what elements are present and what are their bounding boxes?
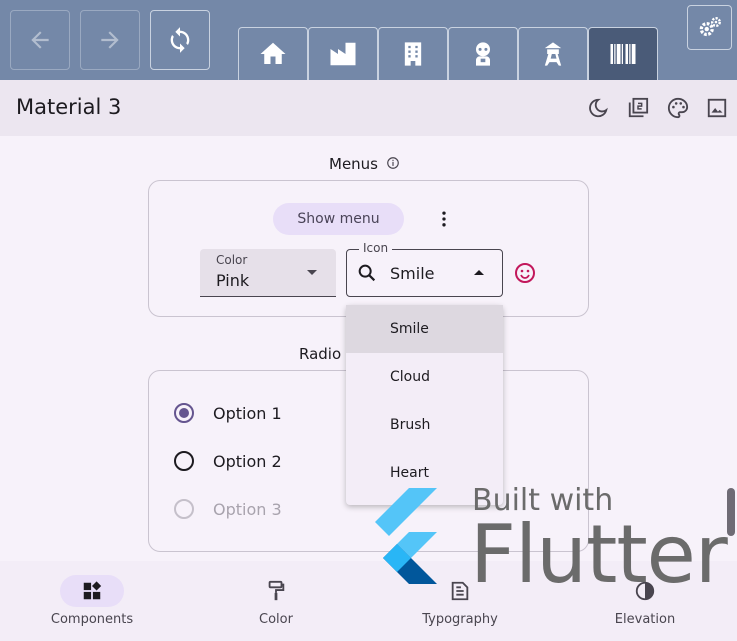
color-palette-button[interactable] xyxy=(666,96,690,120)
smile-icon xyxy=(515,263,535,283)
building-icon xyxy=(404,42,422,66)
info-icon[interactable] xyxy=(386,156,400,170)
forward-button[interactable] xyxy=(80,10,140,70)
icon-dropdown[interactable]: Icon Smile xyxy=(346,241,503,297)
nav-components-label: Components xyxy=(50,612,134,627)
tab-tower[interactable] xyxy=(518,27,588,80)
image-button[interactable] xyxy=(705,96,729,120)
menu-item-cloud[interactable]: Cloud xyxy=(346,353,503,401)
refresh-button[interactable] xyxy=(150,10,210,70)
nav-elevation-label: Elevation xyxy=(614,612,676,627)
radio-option-3: Option 3 xyxy=(174,497,282,521)
nav-components[interactable]: Components xyxy=(0,561,184,641)
color-dropdown[interactable]: Color Pink xyxy=(200,249,336,297)
menus-section-title: Menus xyxy=(329,155,400,173)
nav-color-label: Color xyxy=(259,612,293,627)
widgets-icon xyxy=(83,581,102,600)
flutter-logo-icon xyxy=(375,488,437,584)
more-vert-icon xyxy=(442,211,446,227)
tab-barcode[interactable] xyxy=(588,27,658,80)
icon-dropdown-menu: Smile Cloud Brush Heart xyxy=(346,305,503,505)
text-snippet-icon xyxy=(451,581,469,601)
back-button[interactable] xyxy=(10,10,70,70)
settings-gears-icon xyxy=(699,16,721,36)
palette-icon xyxy=(667,97,689,119)
watchtower-icon xyxy=(544,42,562,66)
scrollbar-thumb[interactable] xyxy=(727,488,735,536)
format-paint-icon xyxy=(268,580,285,601)
dropdown-arrow-icon xyxy=(307,270,317,275)
nav-components-indicator xyxy=(60,575,124,607)
more-options-button[interactable] xyxy=(432,207,456,231)
radio-option-3-label: Option 3 xyxy=(213,499,282,519)
moon-icon xyxy=(589,98,608,118)
dark-mode-button[interactable] xyxy=(586,96,610,120)
menus-title-text: Menus xyxy=(329,155,378,173)
tab-robot[interactable] xyxy=(448,27,518,80)
nav-color-indicator xyxy=(244,575,308,607)
icon-dropdown-value: Smile xyxy=(390,264,435,283)
dropdown-arrow-up-icon xyxy=(474,270,484,275)
tab-factory[interactable] xyxy=(308,27,378,80)
barcode-icon xyxy=(610,44,636,64)
radio-option-1-label: Option 1 xyxy=(213,403,282,423)
tab-building[interactable] xyxy=(378,27,448,80)
home-icon xyxy=(260,42,286,64)
factory-icon xyxy=(330,42,356,66)
arrow-back-icon xyxy=(31,31,49,49)
flutter-wordmark: Flutter xyxy=(470,508,728,601)
color-dropdown-label: Color xyxy=(216,253,248,267)
top-toolbar xyxy=(0,0,737,80)
material-version-button[interactable] xyxy=(626,96,650,120)
menu-item-brush[interactable]: Brush xyxy=(346,401,503,449)
search-icon xyxy=(358,264,376,282)
app-tabs xyxy=(238,27,658,80)
image-icon xyxy=(707,98,727,118)
settings-button[interactable] xyxy=(687,5,732,50)
menu-item-smile[interactable]: Smile xyxy=(346,305,503,353)
tab-home[interactable] xyxy=(238,27,308,80)
robot-icon xyxy=(476,42,490,66)
radio-section-title: Radio xyxy=(299,345,342,363)
arrow-forward-icon xyxy=(101,31,119,49)
radio-button-disabled xyxy=(174,499,194,519)
radio-option-1[interactable]: Option 1 xyxy=(174,401,282,425)
show-menu-button[interactable]: Show menu xyxy=(273,203,404,235)
app-bar: Material 3 xyxy=(0,80,737,136)
radio-button-checked[interactable] xyxy=(174,403,194,423)
radio-option-2-label: Option 2 xyxy=(213,451,282,471)
nav-color[interactable]: Color xyxy=(184,561,368,641)
color-dropdown-value: Pink xyxy=(216,271,250,290)
nav-typography-label: Typography xyxy=(422,612,498,627)
radio-option-2[interactable]: Option 2 xyxy=(174,449,282,473)
icon-dropdown-label: Icon xyxy=(359,241,393,255)
refresh-icon xyxy=(170,27,190,53)
radio-button-unchecked[interactable] xyxy=(174,451,194,471)
page-title: Material 3 xyxy=(16,95,122,119)
filter-2-icon xyxy=(628,97,649,118)
